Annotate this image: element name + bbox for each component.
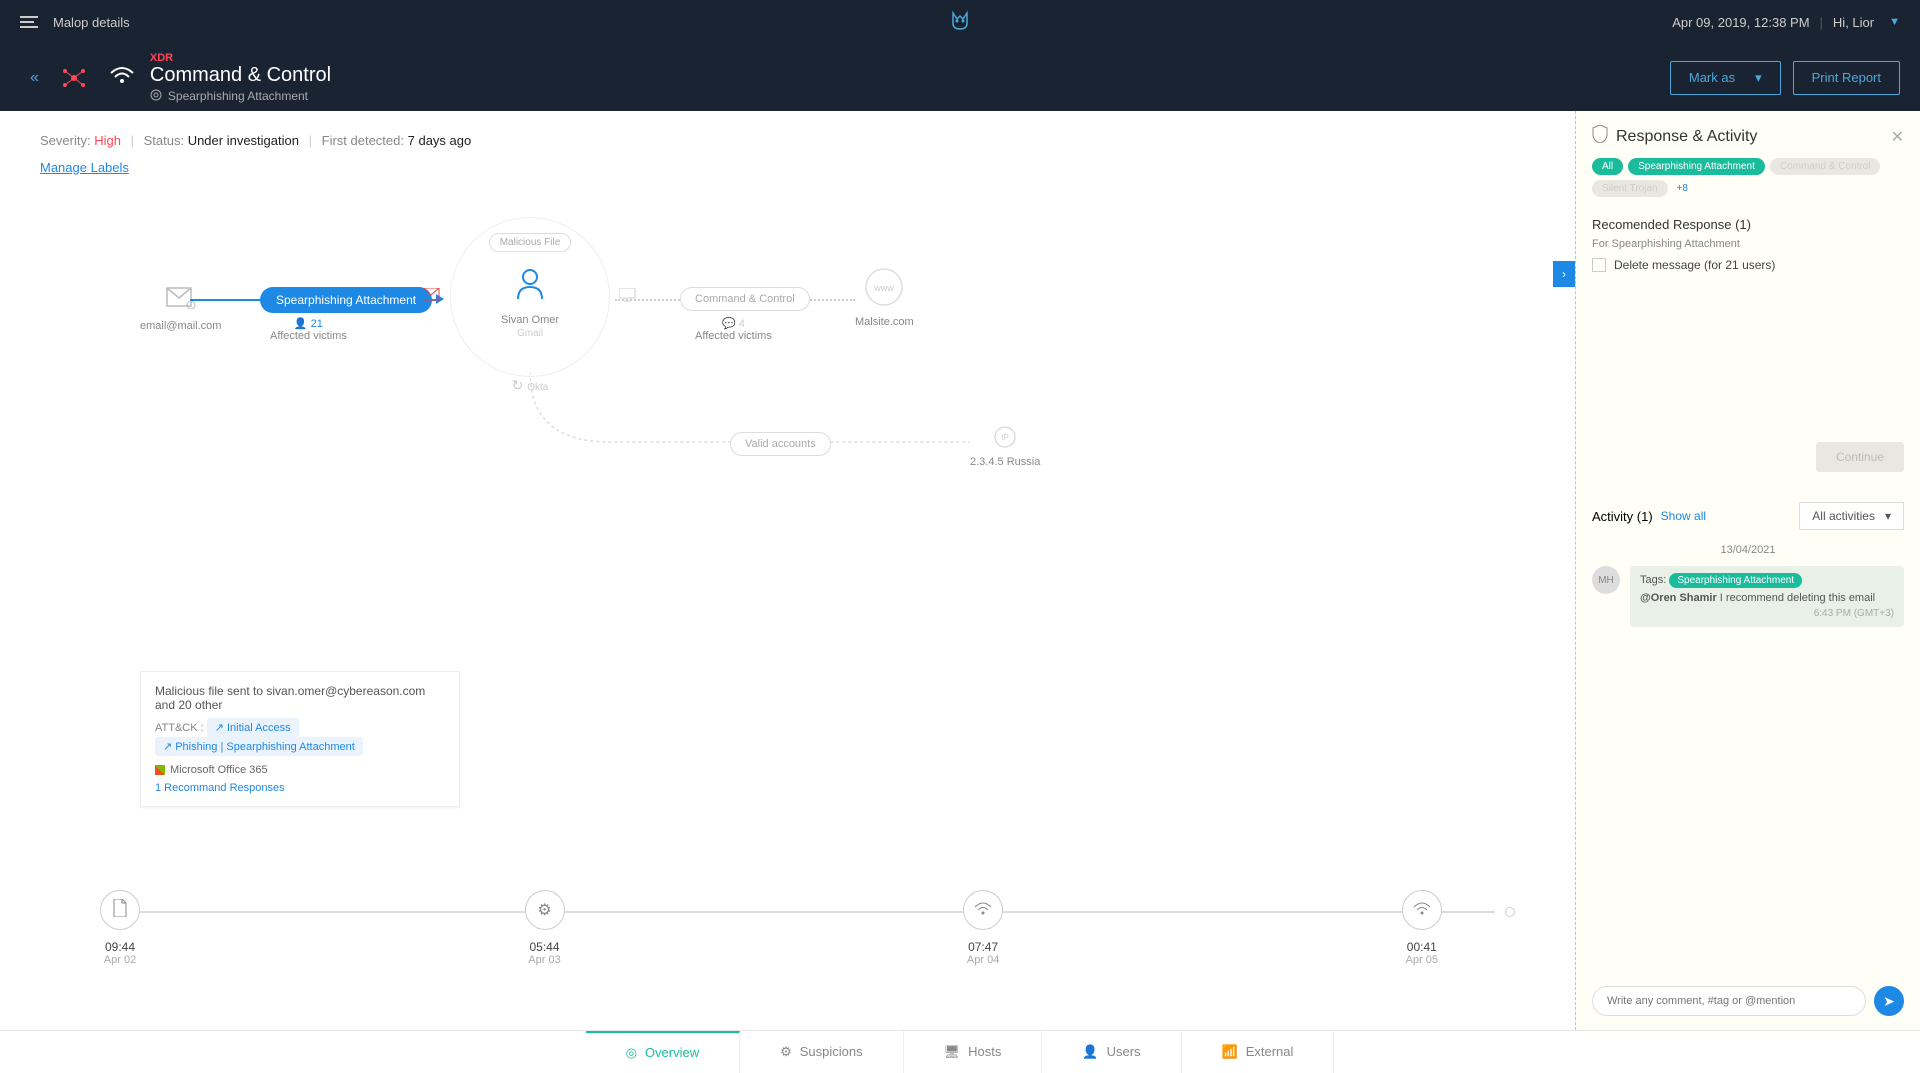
send-button[interactable]: ➤ [1874, 986, 1904, 1016]
timeline-node[interactable]: ⚙ 05:44 Apr 03 [525, 890, 565, 966]
delete-message-checkbox[interactable] [1592, 258, 1606, 272]
center-node[interactable]: Malicious File Sivan Omer Gmail ↻ Okta [450, 217, 610, 377]
avatar: MH [1592, 566, 1620, 594]
continue-button[interactable]: Continue [1816, 442, 1904, 472]
status-value: Under investigation [188, 133, 299, 148]
malop-title: Command & Control [150, 64, 331, 87]
collapse-panel-button[interactable]: › [1553, 261, 1575, 287]
mark-as-button[interactable]: Mark as▾ [1670, 61, 1781, 95]
activity-title: Activity (1) [1592, 509, 1653, 524]
divider: | [1820, 15, 1823, 30]
wifi-icon [1413, 901, 1431, 920]
close-icon[interactable]: ✕ [1891, 127, 1904, 147]
ip-label: 2.3.4.5 Russia [970, 456, 1040, 468]
target-icon: ◎ [626, 1045, 637, 1061]
bubble-tag[interactable]: Spearphishing Attachment [1669, 573, 1802, 588]
datetime: Apr 09, 2019, 12:38 PM [1672, 15, 1809, 30]
activity-date: 13/04/2021 [1592, 544, 1904, 556]
recommended-response-title: Recomended Response (1) [1592, 217, 1904, 232]
person-icon: 👤 21 [294, 317, 323, 330]
email-address: email@mail.com [140, 320, 221, 332]
timeline-node[interactable]: 07:47 Apr 04 [963, 890, 1003, 966]
source-label: Microsoft Office 365 [170, 764, 268, 776]
tab-overview[interactable]: ◎Overview [586, 1031, 741, 1073]
delete-message-label: Delete message (for 21 users) [1614, 258, 1775, 272]
manage-labels-link[interactable]: Manage Labels [40, 160, 129, 175]
tag-more[interactable]: +8 [1673, 180, 1692, 197]
shield-icon [1592, 125, 1608, 148]
malicious-file-badge: Malicious File [489, 233, 572, 252]
attck-tag-phishing[interactable]: ↗ Phishing | Spearphishing Attachment [155, 737, 363, 756]
wifi-icon [109, 64, 135, 92]
gear-icon: ⚙ [537, 900, 551, 920]
print-report-button[interactable]: Print Report [1793, 61, 1900, 95]
tag-cc[interactable]: Command & Control [1770, 158, 1881, 175]
center-sub: Gmail [517, 328, 543, 339]
wifi-icon [974, 901, 992, 920]
svg-text:www: www [874, 283, 895, 293]
tag-spearphishing[interactable]: Spearphishing Attachment [1628, 158, 1765, 175]
ip-icon: IP [993, 425, 1017, 452]
user-greeting: Hi, Lior [1833, 15, 1874, 30]
timeline: 09:44 Apr 02 ⚙ 05:44 Apr 03 07:47 Apr 04… [100, 890, 1515, 970]
comment-input[interactable] [1592, 986, 1866, 1016]
chat-icon: 💬 4 [722, 317, 745, 330]
chevron-down-icon: ▾ [1755, 70, 1762, 86]
ms-icon [155, 765, 165, 775]
attack-graph: email@mail.com Spearphishing Attachment … [40, 207, 1535, 587]
tab-external[interactable]: 📶External [1182, 1031, 1335, 1073]
cc-pill[interactable]: Command & Control [680, 287, 810, 311]
wifi-icon: 📶 [1222, 1044, 1238, 1060]
tab-users[interactable]: 👤Users [1042, 1031, 1181, 1073]
target-icon [150, 89, 162, 104]
timeline-node[interactable]: 09:44 Apr 02 [100, 890, 140, 966]
tag-all[interactable]: All [1592, 158, 1623, 175]
logo-owl-icon [947, 11, 973, 34]
spearphishing-pill[interactable]: Spearphishing Attachment [260, 287, 432, 313]
recommended-responses-link[interactable]: 1 Recommand Responses [155, 782, 445, 794]
user-icon [512, 265, 548, 310]
user-menu-dropdown[interactable]: ▼ [1889, 16, 1900, 28]
status-bar: Severity: High | Status: Under investiga… [40, 133, 1535, 148]
show-all-link[interactable]: Show all [1661, 509, 1706, 523]
card-title: Malicious file sent to sivan.omer@cybere… [155, 684, 445, 712]
cc-victims-label: Affected victims [695, 330, 772, 342]
timeline-node[interactable]: 00:41 Apr 05 [1402, 890, 1442, 966]
file-icon [112, 899, 128, 922]
activity-filter-dropdown[interactable]: All activities▾ [1799, 502, 1904, 530]
malop-subtitle: Spearphishing Attachment [168, 89, 308, 103]
info-card: Malicious file sent to sivan.omer@cybere… [140, 671, 460, 807]
page-title: Malop details [53, 15, 130, 30]
response-activity-panel: Response & Activity ✕ All Spearphishing … [1575, 111, 1920, 1030]
malop-graph-icon [59, 63, 89, 93]
tag-trojan[interactable]: Silent Trojan [1592, 180, 1668, 197]
malsite-label: Malsite.com [855, 316, 914, 328]
xdr-badge: XDR [150, 52, 331, 64]
tab-hosts[interactable]: 🖥Hosts [904, 1031, 1043, 1073]
timeline-end [1505, 907, 1515, 917]
back-button[interactable]: « [30, 69, 39, 87]
gear-icon: ⚙ [780, 1044, 792, 1060]
svg-text:IP: IP [1001, 433, 1009, 442]
user-icon: 👤 [1082, 1044, 1098, 1060]
panel-title: Response & Activity [1616, 128, 1757, 146]
attck-tag-initial[interactable]: ↗ Initial Access [207, 718, 299, 737]
chevron-down-icon: ▾ [1885, 509, 1891, 523]
menu-icon[interactable] [20, 16, 38, 28]
activity-bubble: Tags: Spearphishing Attachment @Oren Sha… [1630, 566, 1904, 627]
curve-line [530, 372, 1000, 472]
detected-value: 7 days ago [408, 133, 472, 148]
severity-value: High [94, 133, 121, 148]
mail-alert-icon [423, 288, 441, 307]
center-user-name: Sivan Omer [501, 314, 559, 326]
monitor-icon: 🖥 [944, 1044, 961, 1060]
recommended-response-sub: For Spearphishing Attachment [1592, 238, 1904, 250]
bubble-time: 6:43 PM (GMT+3) [1640, 608, 1894, 619]
valid-accounts-pill[interactable]: Valid accounts [730, 432, 831, 456]
www-icon: www [864, 267, 904, 310]
monitor-icon [619, 288, 637, 307]
tab-suspicions[interactable]: ⚙Suspicions [740, 1031, 904, 1073]
affected-victims-label: Affected victims [270, 330, 347, 342]
